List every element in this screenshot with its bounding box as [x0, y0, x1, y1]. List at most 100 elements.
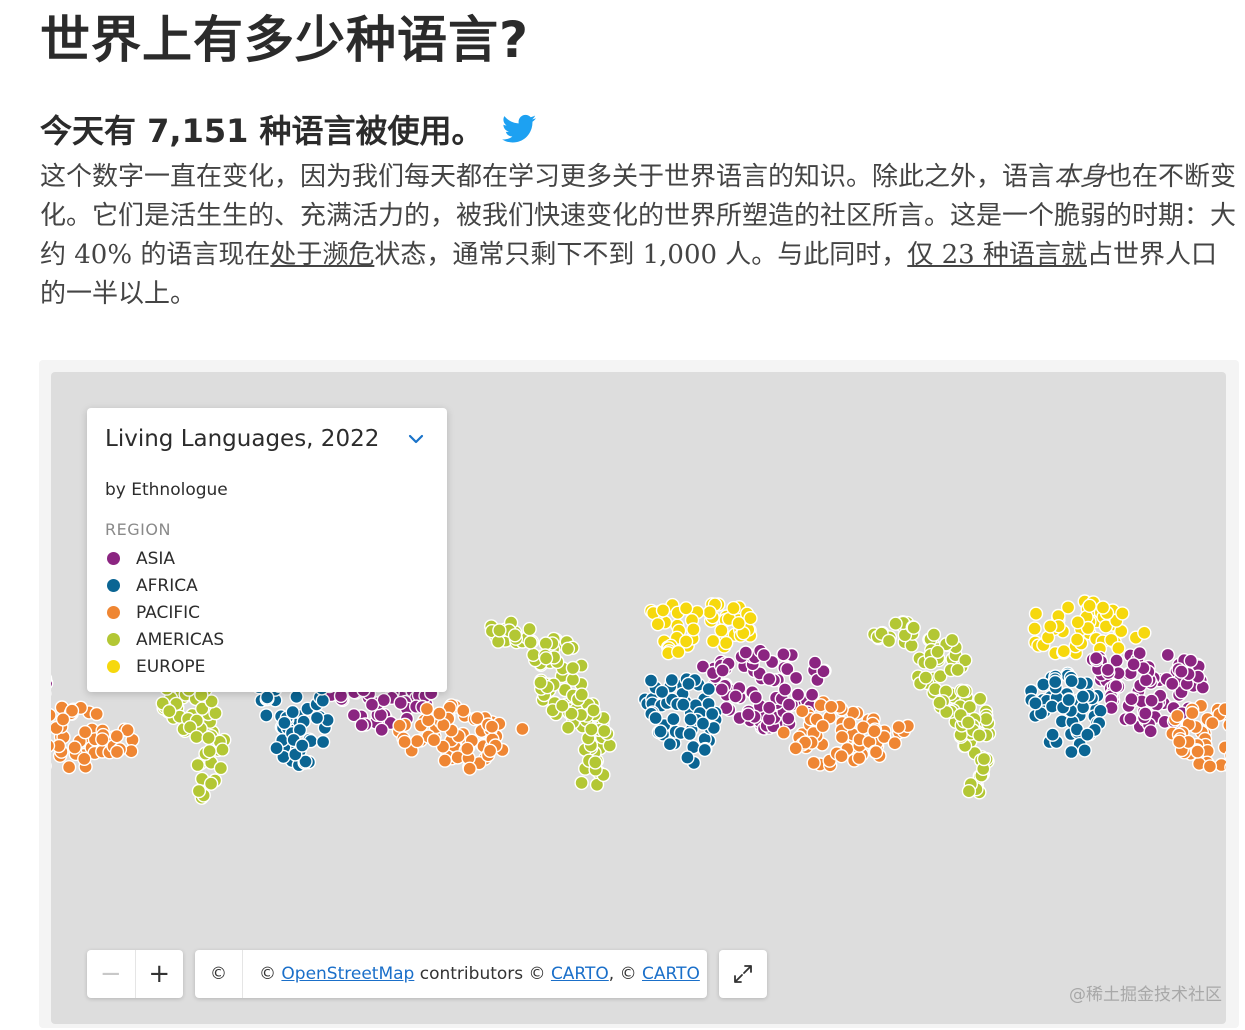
language-dot-pacific[interactable] — [109, 744, 125, 760]
language-dot-pacific[interactable] — [55, 712, 71, 727]
fullscreen-button[interactable] — [719, 950, 767, 998]
language-dot-americas[interactable] — [533, 675, 548, 690]
language-dot-europe[interactable] — [714, 623, 729, 638]
language-dot-africa[interactable] — [1080, 727, 1095, 742]
language-dot-asia[interactable] — [393, 695, 408, 711]
language-dot-pacific[interactable] — [776, 725, 791, 740]
language-dot-pacific[interactable] — [868, 745, 884, 760]
language-dot-africa[interactable] — [662, 737, 678, 752]
language-dot-asia[interactable] — [1138, 706, 1153, 721]
language-dot-americas[interactable] — [956, 684, 971, 699]
language-dot-pacific[interactable] — [891, 719, 906, 735]
language-dot-pacific[interactable] — [815, 718, 830, 734]
language-dot-pacific[interactable] — [834, 749, 849, 764]
language-dot-africa[interactable] — [1064, 744, 1079, 760]
zoom-out-button[interactable]: − — [87, 950, 136, 998]
language-dot-americas[interactable] — [586, 703, 601, 718]
language-dot-europe[interactable] — [1070, 615, 1086, 630]
language-dot-pacific[interactable] — [1218, 702, 1226, 717]
language-dot-americas[interactable] — [190, 757, 205, 773]
language-dot-europe[interactable] — [1043, 619, 1058, 634]
language-dot-africa[interactable] — [653, 724, 668, 739]
language-dot-pacific[interactable] — [788, 741, 803, 756]
language-dot-asia[interactable] — [804, 687, 820, 702]
language-dot-europe[interactable] — [686, 622, 701, 637]
language-dot-pacific[interactable] — [95, 732, 110, 747]
language-dot-pacific[interactable] — [1202, 759, 1218, 774]
language-dot-americas[interactable] — [961, 784, 977, 799]
language-dot-pacific[interactable] — [456, 703, 471, 718]
language-dot-asia[interactable] — [364, 697, 380, 712]
language-dot-asia[interactable] — [1164, 676, 1180, 691]
language-dot-europe[interactable] — [1069, 632, 1085, 647]
language-dot-americas[interactable] — [574, 775, 589, 791]
chevron-down-icon[interactable] — [407, 433, 425, 445]
language-dot-africa[interactable] — [654, 684, 670, 700]
language-dot-africa[interactable] — [666, 711, 681, 727]
language-dot-africa[interactable] — [259, 690, 275, 705]
language-dot-americas[interactable] — [191, 783, 207, 799]
openstreetmap-link[interactable]: OpenStreetMap — [281, 964, 414, 984]
language-dot-americas[interactable] — [906, 620, 921, 635]
language-dot-africa[interactable] — [289, 689, 304, 704]
language-dot-africa[interactable] — [701, 681, 716, 697]
language-dot-americas[interactable] — [961, 715, 976, 730]
language-dot-africa[interactable] — [1093, 703, 1108, 718]
language-dot-africa[interactable] — [1028, 696, 1043, 711]
language-dot-pacific[interactable] — [1217, 740, 1227, 755]
language-dot-pacific[interactable] — [867, 724, 882, 739]
language-dot-pacific[interactable] — [426, 732, 442, 748]
language-dot-africa[interactable] — [285, 704, 300, 720]
language-dot-americas[interactable] — [881, 633, 897, 649]
language-dot-pacific[interactable] — [1170, 708, 1185, 724]
language-dot-asia[interactable] — [781, 697, 797, 712]
language-dot-africa[interactable] — [1075, 689, 1091, 704]
zoom-in-button[interactable]: + — [136, 950, 184, 998]
language-dot-asia[interactable] — [1160, 647, 1176, 663]
language-dot-pacific[interactable] — [824, 699, 839, 714]
language-dot-pacific[interactable] — [834, 729, 850, 745]
language-dot-pacific[interactable] — [1185, 705, 1200, 721]
language-dot-pacific[interactable] — [392, 718, 407, 733]
language-dot-africa[interactable] — [315, 693, 330, 708]
language-dot-asia[interactable] — [728, 689, 743, 704]
language-dot-africa[interactable] — [1077, 743, 1092, 758]
language-dot-asia[interactable] — [374, 722, 389, 737]
language-dot-americas[interactable] — [923, 655, 938, 671]
language-dot-europe[interactable] — [1095, 600, 1111, 615]
language-dot-africa[interactable] — [680, 750, 695, 765]
language-dot-europe[interactable] — [702, 605, 717, 620]
map-canvas[interactable]: Living Languages, 2022 by Ethnologue REG… — [51, 372, 1226, 1024]
language-dot-africa[interactable] — [1045, 727, 1060, 742]
language-dot-americas[interactable] — [950, 662, 965, 678]
language-dot-americas[interactable] — [588, 755, 603, 770]
language-dot-europe[interactable] — [1056, 644, 1071, 659]
language-dot-asia[interactable] — [1183, 653, 1199, 668]
language-dot-europe[interactable] — [719, 635, 734, 651]
language-dot-europe[interactable] — [655, 603, 671, 618]
language-dot-europe[interactable] — [743, 610, 758, 626]
language-dot-americas[interactable] — [565, 660, 581, 676]
language-dot-americas[interactable] — [574, 687, 589, 702]
language-dot-asia[interactable] — [354, 717, 369, 733]
language-dot-pacific[interactable] — [397, 734, 412, 750]
language-dot-asia[interactable] — [1108, 679, 1124, 694]
language-dot-americas[interactable] — [555, 698, 570, 713]
language-dot-americas[interactable] — [523, 635, 538, 650]
language-dot-pacific[interactable] — [61, 760, 77, 775]
language-dot-africa[interactable] — [277, 715, 292, 731]
language-dot-pacific[interactable] — [806, 755, 821, 771]
language-dot-americas[interactable] — [918, 670, 933, 685]
language-dot-pacific[interactable] — [437, 753, 453, 768]
language-dot-americas[interactable] — [602, 738, 617, 753]
language-dot-americas[interactable] — [976, 751, 992, 767]
language-dot-americas[interactable] — [522, 621, 537, 637]
twitter-icon[interactable] — [501, 114, 536, 144]
language-dot-africa[interactable] — [664, 672, 679, 688]
language-dot-americas[interactable] — [213, 760, 229, 776]
language-dot-asia[interactable] — [756, 647, 772, 663]
language-dot-asia[interactable] — [714, 682, 729, 697]
language-dot-americas[interactable] — [507, 628, 523, 643]
language-dot-americas[interactable] — [202, 744, 217, 759]
language-dot-americas[interactable] — [945, 632, 960, 648]
